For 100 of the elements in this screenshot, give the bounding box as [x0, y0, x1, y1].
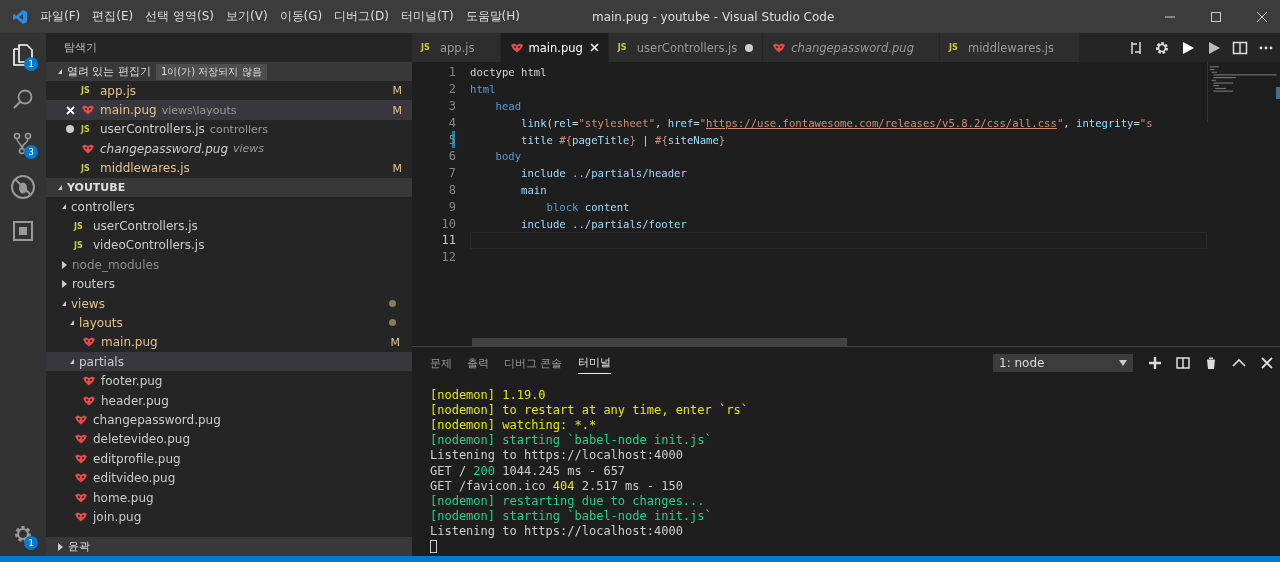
js-file-icon: JS: [74, 240, 88, 250]
file-name: main.pug: [100, 103, 157, 118]
tree-item[interactable]: editprofile.pug: [46, 449, 412, 469]
js-file-icon: JS: [617, 43, 632, 52]
line-number: 10: [440, 216, 457, 231]
tree-item[interactable]: footer.pug: [46, 371, 412, 391]
terminal-text: Listening to https://localhost:4000: [430, 448, 683, 463]
code-token: (: [546, 116, 553, 129]
settings-button[interactable]: 1: [0, 512, 46, 556]
tree-item[interactable]: JS videoControllers.js: [46, 235, 412, 256]
js-file-icon: JS: [81, 124, 95, 134]
tree-item[interactable]: layouts: [46, 313, 412, 333]
editor-tab[interactable]: JS app.js: [412, 33, 501, 62]
line-number: 9: [447, 199, 457, 214]
js-file-icon: JS: [81, 86, 95, 96]
code-token: }: [718, 133, 726, 146]
open-editor-item[interactable]: main.pug views\layouts M: [46, 100, 412, 120]
git-status: M: [390, 335, 400, 349]
code-token: "s: [1139, 116, 1153, 129]
file-name: main.pug: [101, 335, 158, 350]
terminal-text: 200: [473, 463, 496, 478]
dropdown-value: 1: node: [999, 356, 1045, 370]
section-header[interactable]: 윤곽: [46, 537, 412, 556]
js-file-icon: JS: [81, 163, 95, 173]
menu-item[interactable]: 편집(E): [92, 6, 134, 27]
line-number: 1: [447, 65, 457, 80]
tree-item[interactable]: join.pug: [46, 507, 412, 527]
sidebar-title: 탐색기: [64, 40, 97, 55]
line-number: 5: [447, 132, 457, 147]
open-editor-item[interactable]: JS userControllers.js controllers: [46, 119, 412, 140]
line-number: 6: [447, 149, 457, 164]
tree-item[interactable]: deletevideo.pug: [46, 429, 412, 450]
panel-tab[interactable]: 디버그 콘솔: [504, 352, 563, 374]
terminal-text: Listening to https://localhost:4000: [430, 524, 683, 539]
tree-item[interactable]: home.pug: [46, 487, 412, 508]
tree-item[interactable]: main.pug M: [46, 332, 412, 353]
panel-tab[interactable]: 출력: [467, 352, 489, 374]
code-token: =: [572, 116, 579, 129]
tree-item[interactable]: routers: [46, 274, 412, 294]
menu-item[interactable]: 도움말(H): [465, 6, 520, 27]
code-token: link: [520, 116, 547, 129]
tree-item[interactable]: partials: [46, 352, 412, 372]
code-token: pageTitle: [572, 133, 630, 146]
code-token: body: [494, 150, 522, 163]
menu-item[interactable]: 선택 영역(S): [145, 6, 214, 27]
editor-tab[interactable]: JS userControllers.js: [608, 33, 764, 62]
activity-button[interactable]: 3: [0, 121, 46, 165]
tree-item[interactable]: header.pug: [46, 390, 412, 411]
section-title: YOUTUBE: [67, 180, 126, 194]
menu-item[interactable]: 디버그(D): [334, 6, 389, 27]
panel-tab[interactable]: 터미널: [577, 352, 611, 374]
editor-tab[interactable]: changepassword.pug: [763, 33, 940, 62]
code-token: block: [545, 200, 579, 213]
terminal-text: GET /favicon.ico: [430, 478, 547, 493]
code-token: content: [583, 200, 630, 213]
line-number: 8: [447, 182, 457, 197]
editor-tab[interactable]: main.pug: [500, 33, 609, 62]
code-token: title: [520, 133, 554, 146]
window-title: main.pug - youtube - Visual Studio Code: [591, 9, 835, 24]
line-number: 2: [447, 82, 457, 97]
open-editor-item[interactable]: JS middlewares.js M: [46, 158, 412, 178]
section-header[interactable]: YOUTUBE: [46, 177, 412, 197]
open-editor-item[interactable]: JS app.js M: [46, 81, 412, 101]
tab-label: app.js: [440, 40, 475, 55]
file-name: header.pug: [101, 393, 169, 408]
file-name: changepassword.pug: [100, 141, 228, 156]
file-name: editprofile.pug: [93, 451, 181, 466]
terminal-dropdown[interactable]: 1: node: [993, 354, 1133, 372]
menu-item[interactable]: 보기(V): [226, 6, 268, 27]
tree-item[interactable]: editvideo.pug: [46, 468, 412, 488]
section-title: 열려 있는 편집기: [67, 64, 151, 79]
panel-tab[interactable]: 문제: [430, 352, 452, 374]
editor-tab[interactable]: JS middlewares.js: [939, 33, 1081, 62]
code-token: doctype html: [470, 66, 547, 79]
tree-item[interactable]: changepassword.pug: [46, 410, 412, 430]
file-name: footer.pug: [101, 374, 163, 389]
line-number: 12: [440, 250, 457, 265]
menu-item[interactable]: 터미널(T): [400, 6, 454, 27]
file-name: routers: [72, 277, 115, 292]
tree-item[interactable]: node_modules: [46, 255, 412, 275]
menu-item[interactable]: 이동(G): [279, 6, 323, 27]
tree-item[interactable]: views: [46, 293, 412, 314]
open-editor-item[interactable]: changepassword.pug views: [46, 139, 412, 159]
git-status: M: [392, 103, 402, 117]
js-file-icon: JS: [948, 43, 963, 52]
terminal-text: [nodemon] starting `babel-node init.js`: [430, 509, 712, 524]
code-token: =: [693, 116, 700, 129]
terminal-text: 1044.245 ms - 657: [501, 463, 626, 478]
code-token: siteName: [667, 133, 719, 146]
file-name: userControllers.js: [93, 219, 198, 234]
code-token: include ../partials/header: [520, 167, 687, 180]
count-badge: 1: [24, 57, 38, 71]
line-number: 4: [447, 115, 457, 130]
tab-label: middlewares.js: [967, 40, 1055, 55]
tree-item[interactable]: controllers: [46, 196, 412, 217]
section-header[interactable]: 열려 있는 편집기 1이(가) 저장되지 않음: [46, 62, 412, 81]
file-name: node_modules: [72, 257, 160, 272]
tree-item[interactable]: JS userControllers.js: [46, 216, 412, 236]
menu-item[interactable]: 파일(F): [40, 6, 81, 27]
activity-button[interactable]: 1: [0, 33, 46, 77]
